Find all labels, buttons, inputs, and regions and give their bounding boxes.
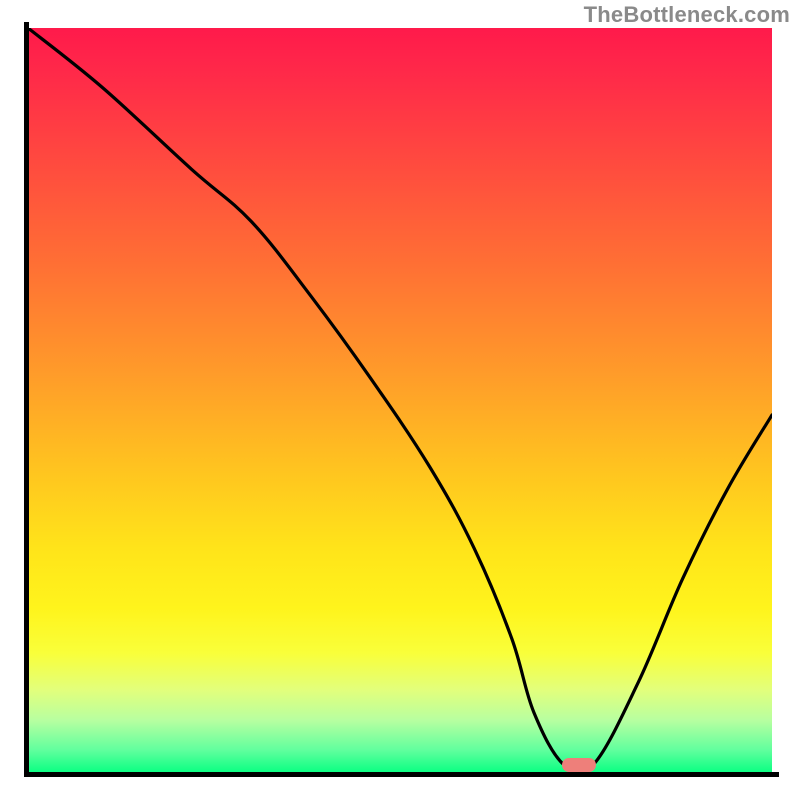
bottleneck-chart: TheBottleneck.com <box>0 0 800 800</box>
optimal-point-marker <box>562 758 596 772</box>
bottleneck-curve-path <box>28 28 772 772</box>
x-axis <box>24 772 779 777</box>
y-axis <box>24 22 29 777</box>
curve-layer <box>28 28 772 772</box>
attribution-watermark: TheBottleneck.com <box>584 2 790 28</box>
